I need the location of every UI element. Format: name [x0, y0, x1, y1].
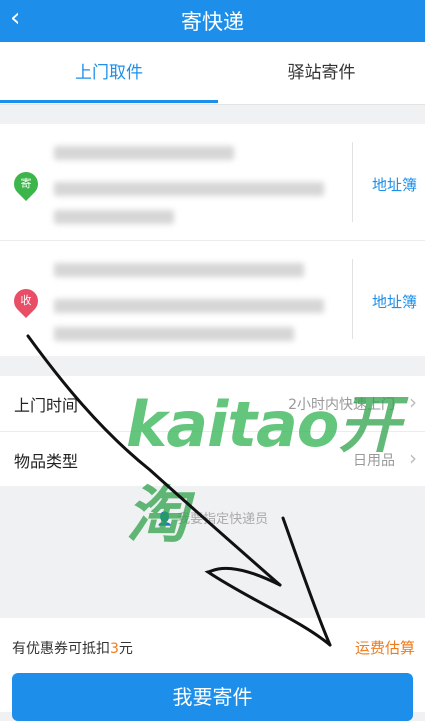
hand-drawn-arrow-annotation: [26, 334, 332, 647]
